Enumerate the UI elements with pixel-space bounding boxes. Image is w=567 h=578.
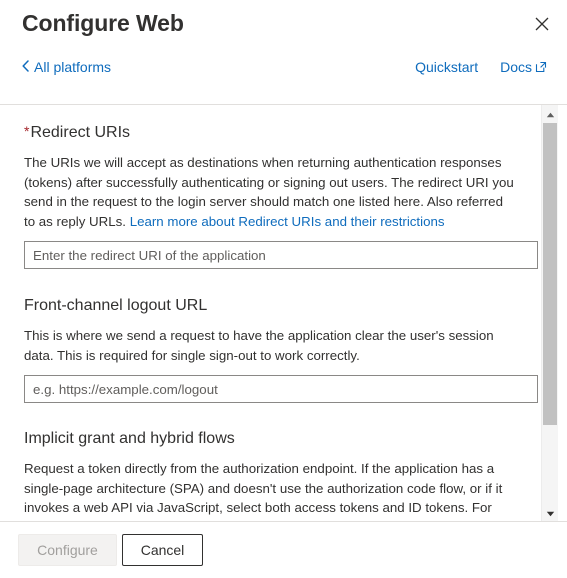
close-icon (535, 17, 549, 31)
required-asterisk: * (24, 123, 30, 139)
quickstart-label: Quickstart (415, 59, 479, 75)
form-content: *Redirect URIs The URIs we will accept a… (0, 105, 538, 521)
command-bar: All platforms Quickstart Docs (0, 58, 567, 105)
section-title-front-channel-logout-url: Front-channel logout URL (24, 297, 208, 314)
section-description-redirect-uris: The URIs we will accept as destinations … (24, 153, 517, 231)
page-title: Configure Web (22, 10, 184, 36)
section-title-redirect-uris: *Redirect URIs (24, 120, 517, 144)
cancel-button[interactable]: Cancel (122, 534, 203, 566)
section-description-implicit-grant-and-hybrid-flows: Request a token directly from the author… (24, 459, 517, 521)
panel-footer: Configure Cancel (0, 521, 567, 578)
vertical-scrollbar[interactable] (541, 105, 558, 521)
back-to-all-platforms-link[interactable]: All platforms (22, 58, 111, 76)
quickstart-link[interactable]: Quickstart (415, 58, 478, 76)
configure-web-panel: Configure Web All platforms Quickstart D… (0, 0, 567, 578)
scrollbar-thumb[interactable] (543, 123, 557, 425)
description-text: Request a token directly from the author… (24, 461, 512, 521)
learn-more-redirect-uris-link[interactable]: Learn more about Redirect URIs and their… (130, 214, 445, 229)
front-channel-logout-url-input[interactable] (24, 375, 538, 403)
section-title-implicit-grant-and-hybrid-flows: Implicit grant and hybrid flows (24, 430, 235, 447)
configure-button[interactable]: Configure (18, 534, 117, 566)
section-title-text: Redirect URIs (30, 124, 131, 141)
command-bar-actions: Quickstart Docs (415, 58, 547, 76)
section-front-channel-logout-url: Front-channel logout URL This is where w… (24, 295, 538, 403)
scroll-up-button[interactable] (542, 105, 558, 122)
panel-body: *Redirect URIs The URIs we will accept a… (0, 105, 567, 521)
section-implicit-grant-and-hybrid-flows: Implicit grant and hybrid flows Request … (24, 428, 517, 521)
chevron-left-icon (22, 59, 29, 75)
docs-link[interactable]: Docs (500, 58, 547, 76)
panel-header: Configure Web (0, 0, 567, 58)
back-link-label: All platforms (34, 59, 112, 75)
docs-label: Docs (500, 59, 532, 75)
close-button[interactable] (526, 8, 558, 40)
caret-down-icon (546, 504, 555, 522)
scroll-down-button[interactable] (542, 504, 558, 521)
redirect-uri-input[interactable] (24, 241, 538, 269)
external-link-icon (535, 59, 547, 77)
section-description-front-channel-logout-url: This is where we send a request to have … (24, 328, 494, 363)
section-redirect-uris: *Redirect URIs The URIs we will accept a… (24, 120, 538, 269)
caret-up-icon (546, 105, 555, 123)
scroll-viewport: *Redirect URIs The URIs we will accept a… (0, 105, 541, 521)
